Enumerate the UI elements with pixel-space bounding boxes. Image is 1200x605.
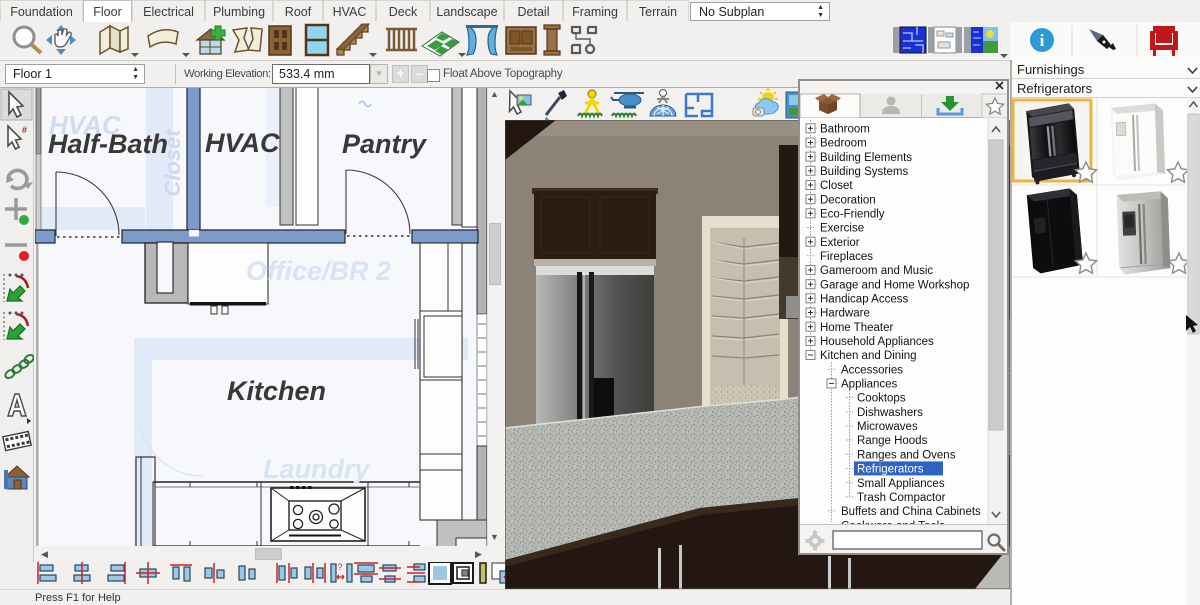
svg-text:#: # <box>22 125 27 135</box>
svg-text:Half-Bath: Half-Bath <box>48 129 168 159</box>
svg-text:?: ? <box>337 562 342 572</box>
svg-text:Range Hoods: Range Hoods <box>857 435 928 447</box>
svg-text:Microwaves: Microwaves <box>857 421 918 433</box>
svg-text:Dishwashers: Dishwashers <box>857 407 923 419</box>
svg-text:Refrigerators: Refrigerators <box>857 464 924 476</box>
svg-text:Kitchen: Kitchen <box>227 376 326 406</box>
svg-text:Office/BR 2: Office/BR 2 <box>246 256 391 286</box>
svg-text:Decoration: Decoration <box>820 194 876 206</box>
svg-text:Buffets and China Cabinets: Buffets and China Cabinets <box>841 506 981 518</box>
svg-text:Bathroom: Bathroom <box>820 124 870 136</box>
svg-text:Kitchen and Dining: Kitchen and Dining <box>820 350 917 362</box>
svg-text:Gameroom and Music: Gameroom and Music <box>820 265 933 277</box>
svg-text:Bedroom: Bedroom <box>820 138 867 150</box>
svg-text:Accessories: Accessories <box>841 364 903 376</box>
svg-text:Exercise: Exercise <box>820 223 864 235</box>
svg-text:Appliances: Appliances <box>841 379 898 391</box>
svg-text:Household Appliances: Household Appliances <box>820 336 934 348</box>
svg-text:Building Elements: Building Elements <box>820 152 912 164</box>
svg-text:Furnishings: Furnishings <box>1017 62 1085 77</box>
svg-text:Handicap Access: Handicap Access <box>820 294 908 306</box>
svg-text:Exterior: Exterior <box>820 237 860 249</box>
svg-text:Small Appliances: Small Appliances <box>857 478 945 490</box>
svg-text:Laundry: Laundry <box>263 454 371 484</box>
svg-text:Cooktops: Cooktops <box>857 393 906 405</box>
svg-text:Eco-Friendly: Eco-Friendly <box>820 209 885 221</box>
svg-text:Hardware: Hardware <box>820 308 870 320</box>
svg-text:Pantry: Pantry <box>342 129 428 159</box>
svg-text:Fireplaces: Fireplaces <box>820 251 873 263</box>
svg-text:Ranges and Ovens: Ranges and Ovens <box>857 449 956 461</box>
svg-text:i: i <box>1040 31 1045 50</box>
svg-text:Garage and Home Workshop: Garage and Home Workshop <box>820 279 969 291</box>
svg-text:Closet: Closet <box>820 180 853 192</box>
svg-text:Trash Compactor: Trash Compactor <box>857 492 946 504</box>
svg-text:Refrigerators: Refrigerators <box>1017 81 1093 96</box>
svg-text:HVAC: HVAC <box>205 128 280 158</box>
svg-text:Building Systems: Building Systems <box>820 166 908 178</box>
svg-text:Home Theater: Home Theater <box>820 322 893 334</box>
